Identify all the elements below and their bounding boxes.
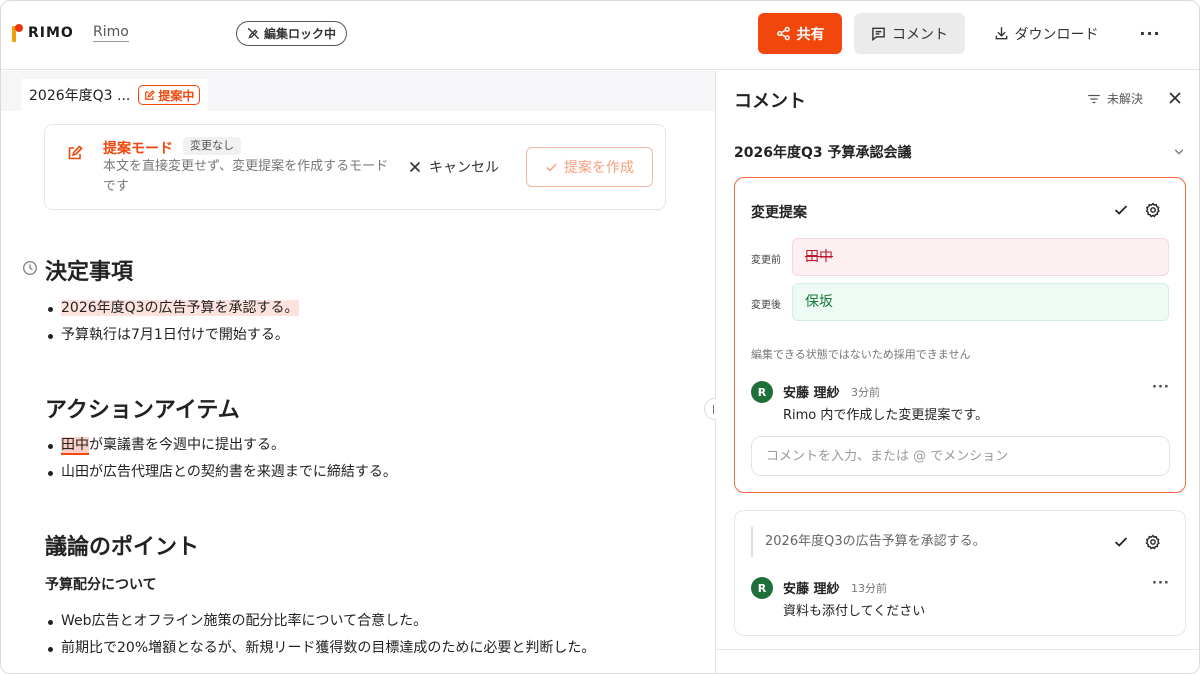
cancel-proposal-button[interactable]: キャンセル: [409, 149, 499, 185]
close-icon: [410, 162, 420, 172]
pencil-off-icon: [247, 27, 260, 40]
comment-more-button[interactable]: ···: [1152, 380, 1170, 395]
comment-thread-group-header[interactable]: 2026年度Q3 予算承認会議: [734, 141, 1186, 163]
tab-strip: 2026年度Q3 ... 提案中: [1, 71, 715, 111]
comments-panel-title: コメント: [734, 91, 806, 112]
list-item: 山田が広告代理店との契約書を来週までに締結する。: [45, 459, 397, 486]
quoted-text: 2026年度Q3の広告予算を承認する。: [751, 527, 986, 557]
cannot-accept-note: 編集できる状態ではないため採用できません: [751, 348, 971, 361]
document-tab-title: 2026年度Q3 ...: [29, 88, 131, 104]
no-changes-chip: 変更なし: [183, 137, 241, 155]
highlighted-text[interactable]: 2026年度Q3の広告予算を承認する。: [61, 300, 299, 316]
cancel-label: キャンセル: [429, 160, 499, 176]
logo-mark-icon: [12, 24, 24, 42]
list-item-text: が稟議書を今週中に提出する。: [89, 437, 285, 453]
app-window: RIMO Rimo 編集ロック中 共有 コメント ダウンロード ··· 2026…: [0, 0, 1200, 674]
section-heading-discussion: 議論のポイント: [45, 535, 200, 560]
edit-lock-label: 編集ロック中: [264, 27, 337, 41]
document-tab[interactable]: 2026年度Q3 ... 提案中: [21, 79, 209, 111]
proposal-mode-title: 提案モード: [103, 141, 173, 157]
comments-panel: コメント 未解決 2026年度Q3 予算承認会議 変更提案 変更前 田中 変更後…: [716, 71, 1199, 673]
more-menu-button[interactable]: ···: [1133, 13, 1167, 54]
comment-author: 安藤 理紗: [783, 386, 840, 401]
comment-group-title: 2026年度Q3 予算承認会議: [734, 145, 912, 161]
suggestion-card[interactable]: 変更提案 変更前 田中 変更後 保坂 編集できる状態ではないため採用できません …: [734, 177, 1186, 493]
unresolved-filter[interactable]: 未解決: [1087, 90, 1143, 107]
discussion-list: Web広告とオフライン施策の配分比率について合意した。 前期比で20%増額となる…: [45, 608, 595, 662]
comment-card[interactable]: 2026年度Q3の広告予算を承認する。 R 安藤 理紗 13分前 ··· 資料も…: [734, 510, 1186, 636]
history-clock-icon[interactable]: [22, 260, 38, 276]
list-item: 前期比で20%増額となるが、新規リード獲得数の目標達成のために必要と判断した。: [45, 635, 595, 662]
top-bar: RIMO Rimo 編集ロック中 共有 コメント ダウンロード ···: [1, 1, 1199, 70]
gear-icon[interactable]: [1145, 534, 1161, 550]
avatar[interactable]: R: [751, 577, 773, 599]
comment-toggle-button[interactable]: コメント: [854, 13, 965, 54]
logo[interactable]: RIMO: [12, 24, 74, 42]
section-heading-decisions: 決定事項: [45, 260, 134, 285]
comment-timestamp: 13分前: [851, 582, 887, 595]
suggestion-card-title: 変更提案: [751, 205, 807, 221]
before-value: 田中: [792, 238, 1169, 276]
comment-icon: [872, 27, 885, 41]
edit-note-icon: [145, 89, 156, 100]
create-proposal-button[interactable]: 提案を作成: [526, 147, 653, 187]
comment-more-button[interactable]: ···: [1152, 576, 1170, 591]
list-item: 予算執行は7月1日付けで開始する。: [45, 322, 299, 349]
next-thread-divider: [716, 649, 1199, 673]
edit-note-icon: [68, 145, 83, 160]
workspace-link[interactable]: Rimo: [93, 24, 129, 42]
decisions-list: 2026年度Q3の広告予算を承認する。 予算執行は7月1日付けで開始する。: [45, 295, 299, 349]
share-icon: [776, 26, 790, 41]
avatar[interactable]: R: [751, 381, 773, 403]
comment-input[interactable]: [751, 436, 1170, 476]
filter-icon: [1088, 94, 1100, 103]
proposal-mode-description: 本文を直接変更せず、変更提案を作成するモードです: [103, 159, 389, 194]
download-icon: [995, 27, 1007, 40]
create-proposal-label: 提案を作成: [564, 160, 634, 176]
check-icon: [546, 163, 557, 171]
filter-label: 未解決: [1107, 92, 1144, 106]
download-label: ダウンロード: [1014, 26, 1099, 43]
section-heading-action-items: アクションアイテム: [45, 398, 240, 423]
comment-timestamp: 3分前: [851, 386, 880, 399]
proposal-mode-banner: 提案モード 変更なし 本文を直接変更せず、変更提案を作成するモードです キャンセ…: [44, 124, 666, 210]
gear-icon[interactable]: [1145, 202, 1161, 218]
logo-text: RIMO: [28, 25, 74, 41]
proposal-status-label: 提案中: [158, 88, 195, 103]
list-item: 2026年度Q3の広告予算を承認する。: [45, 295, 299, 322]
subheading-budget: 予算配分について: [45, 577, 157, 593]
edit-lock-badge[interactable]: 編集ロック中: [236, 21, 348, 46]
comment-text: 資料も添付してください: [783, 604, 926, 619]
check-icon[interactable]: [1113, 202, 1129, 218]
document-pane: 2026年度Q3 ... 提案中 提案モード 変更なし 本文を直接変更せず、変更…: [1, 71, 715, 673]
share-label: 共有: [796, 26, 825, 43]
before-label: 変更前: [751, 255, 781, 266]
comment-text: Rimo 内で作成した変更提案です。: [783, 408, 989, 423]
chevron-down-icon: [1174, 149, 1184, 155]
close-icon[interactable]: [1166, 89, 1184, 107]
comment-label: コメント: [892, 26, 948, 43]
download-button[interactable]: ダウンロード: [981, 13, 1111, 54]
share-button[interactable]: 共有: [758, 13, 842, 54]
list-item: 田中が稟議書を今週中に提出する。: [45, 432, 397, 459]
list-item: Web広告とオフライン施策の配分比率について合意した。: [45, 608, 595, 635]
comment-author: 安藤 理紗: [783, 582, 840, 597]
after-label: 変更後: [751, 300, 781, 311]
check-icon[interactable]: [1113, 534, 1129, 550]
after-value: 保坂: [792, 283, 1169, 321]
proposal-target-text[interactable]: 田中: [61, 437, 89, 455]
action-items-list: 田中が稟議書を今週中に提出する。 山田が広告代理店との契約書を来週までに締結する…: [45, 432, 397, 486]
proposal-status-badge: 提案中: [138, 85, 201, 105]
